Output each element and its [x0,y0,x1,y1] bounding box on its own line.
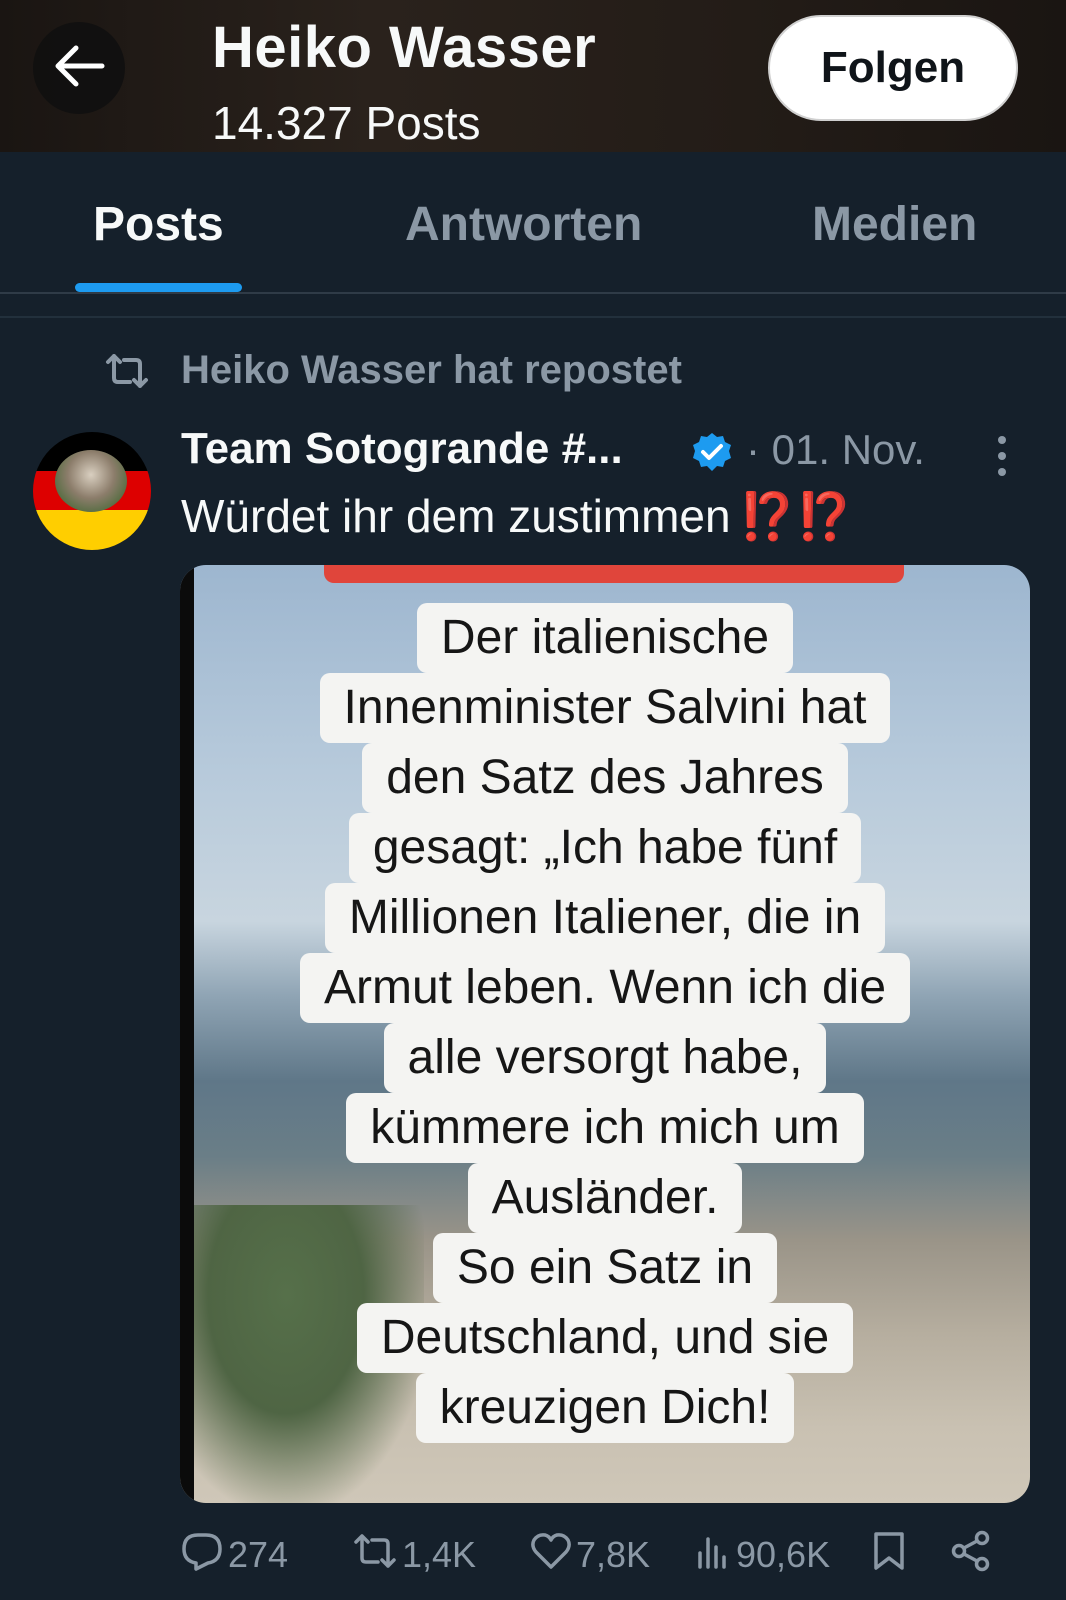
heart-icon [530,1532,576,1579]
author-name[interactable]: Team Sotogrande #... [181,424,623,474]
image-text-line: kreuzigen Dich! [415,1373,795,1443]
post-actions: 274 1,4K 7,8K 90,6K [0,1525,1066,1585]
reply-count: 274 [228,1534,289,1575]
reply-icon [180,1531,228,1580]
like-count: 7,8K [576,1534,651,1575]
post-text-body: Würdet ihr dem zustimmen [181,490,731,542]
follow-button[interactable]: Folgen [768,15,1018,121]
avatar-photo [55,450,127,512]
arrow-left-icon [52,44,106,93]
profile-name: Heiko Wasser [212,15,597,80]
image-text-line: Armut leben. Wenn ich die [299,953,911,1023]
share-icon [950,1530,996,1581]
verified-badge-icon [691,431,733,478]
repost-icon [104,354,150,393]
post-date[interactable]: · 01. Nov. [746,426,925,474]
tab-replies[interactable]: Antworten [405,197,642,252]
repost-count: 1,4K [402,1534,477,1575]
image-text-line: kümmere ich mich um [346,1093,864,1163]
image-text-line: Deutschland, und sie [356,1303,854,1373]
repost-button[interactable]: 1,4K [352,1525,476,1585]
image-text-line: Millionen Italiener, die in [324,883,886,953]
tab-media[interactable]: Medien [812,197,977,252]
post-count: 14.327 Posts [212,97,481,149]
image-text-line: Ausländer. [467,1163,743,1233]
post-image[interactable]: Der italienische Innenminister Salvini h… [180,565,1030,1503]
repost-label[interactable]: Heiko Wasser hat repostet [181,348,682,393]
interrobang-emoji: ⁉️⁉️ [738,490,854,542]
image-text-line: den Satz des Jahres [362,743,848,813]
profile-header: Heiko Wasser 14.327 Posts Folgen [0,0,1066,152]
image-text-line: So ein Satz in [432,1233,778,1303]
profile-tabs: Posts Antworten Medien [0,152,1066,292]
bookmark-button[interactable] [872,1525,910,1585]
views-count: 90,6K [736,1534,831,1575]
tab-posts[interactable]: Posts [93,197,224,252]
avatar[interactable] [33,432,151,550]
like-button[interactable]: 7,8K [530,1525,650,1585]
image-text-block: Der italienische Innenminister Salvini h… [180,603,1030,1443]
more-options-icon[interactable] [996,436,1008,481]
active-tab-indicator [75,283,242,292]
reply-button[interactable]: 274 [180,1525,288,1585]
repost-action-icon [352,1533,402,1577]
post-text: Würdet ihr dem zustimmen ⁉️⁉️ [181,489,853,544]
bookmark-icon [872,1530,910,1581]
views-chart-icon [696,1533,736,1578]
image-text-line: Innenminister Salvini hat [319,673,891,743]
image-text-line: alle versorgt habe, [383,1023,827,1093]
views-button[interactable]: 90,6K [696,1525,830,1585]
image-text-line: gesagt: „Ich habe fünf [348,813,862,883]
feed-divider [0,316,1066,318]
tabs-divider [0,292,1066,294]
image-text-line: Der italienische [416,603,794,673]
share-button[interactable] [950,1525,996,1585]
back-button[interactable] [33,22,125,114]
image-red-bar [324,565,904,583]
